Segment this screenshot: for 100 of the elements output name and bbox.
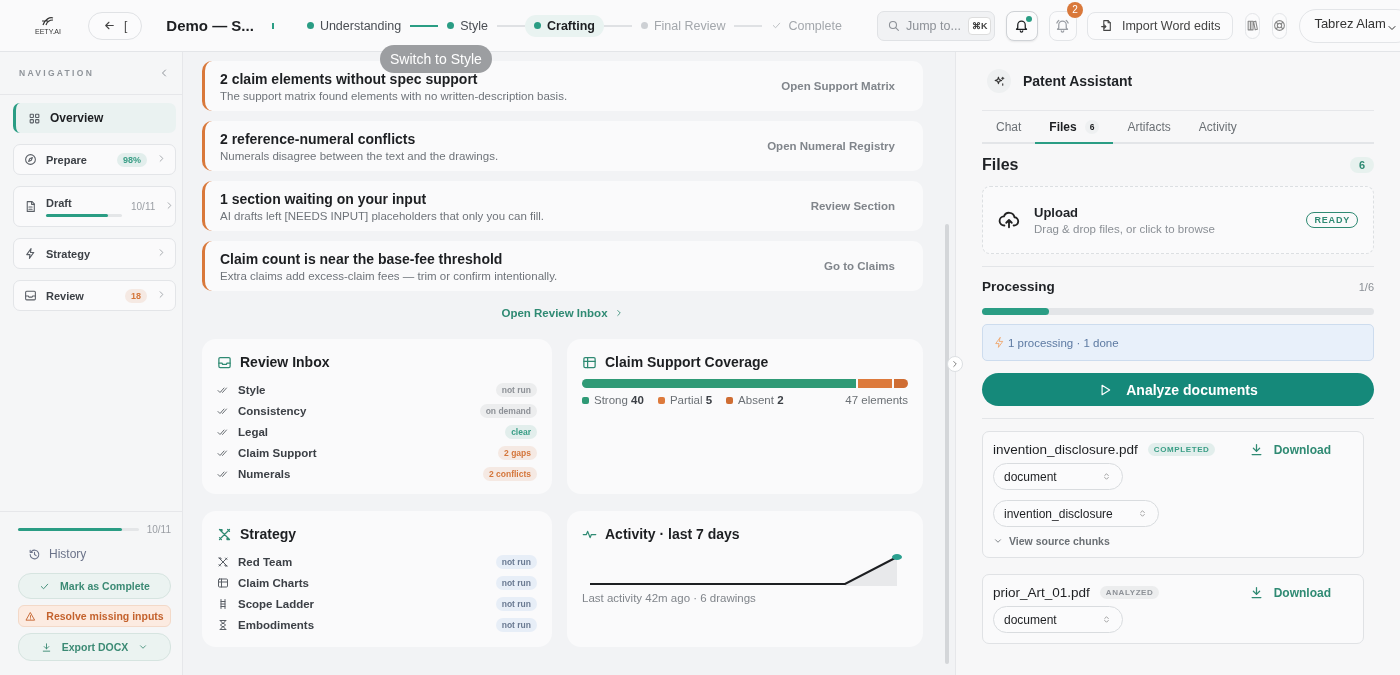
ladder-icon bbox=[217, 597, 229, 610]
processing-status: 1 processing · 1 done bbox=[1008, 336, 1119, 349]
crossed-tools-icon bbox=[217, 526, 232, 542]
compass-icon bbox=[24, 153, 37, 166]
nav-item[interactable]: Overview bbox=[13, 103, 176, 133]
files-heading: Files bbox=[982, 156, 1019, 174]
notification-button[interactable] bbox=[1005, 10, 1038, 41]
status-badge: clear bbox=[505, 424, 537, 439]
panel-title: Patent Assistant bbox=[1023, 73, 1133, 89]
import-button[interactable]: Import Word edits bbox=[1086, 11, 1234, 40]
panel-tab[interactable]: Chat bbox=[982, 111, 1036, 144]
download-button[interactable]: Download bbox=[1248, 585, 1331, 600]
back-arrow-icon bbox=[103, 19, 116, 32]
warning-icon bbox=[25, 610, 37, 622]
chevron-down-icon bbox=[993, 536, 1003, 546]
chevron-right-icon bbox=[950, 359, 960, 369]
alert-title: 2 reference-numeral conflicts bbox=[220, 130, 417, 147]
navigation-heading: NAVIGATION bbox=[19, 68, 95, 78]
check-label: Consistency bbox=[238, 404, 308, 417]
table-icon bbox=[582, 354, 597, 370]
source-chunks-toggle[interactable]: View source chunks bbox=[993, 535, 1110, 547]
legend-label: Partial 5 bbox=[669, 394, 713, 406]
alert-action[interactable]: Review Section bbox=[810, 200, 895, 212]
file-status: ANALYZED bbox=[1099, 586, 1160, 599]
document-title: Demo — S... bbox=[166, 17, 254, 34]
alert-description: Extra claims add excess-claim fees — trim or confirm intentionally. bbox=[220, 269, 558, 282]
upload-title: Upload bbox=[1034, 205, 1080, 220]
inbox-icon bbox=[217, 354, 232, 370]
table-icon bbox=[217, 576, 229, 589]
check-label: Legal bbox=[238, 425, 270, 438]
card-title: Review Inbox bbox=[240, 354, 330, 370]
complete-button[interactable]: Mark as Complete bbox=[18, 573, 171, 599]
updown-icon bbox=[1101, 471, 1112, 482]
select-field[interactable]: document bbox=[993, 606, 1123, 633]
panel-tab[interactable]: Artifacts bbox=[1113, 111, 1185, 144]
check-label: Numerals bbox=[238, 467, 292, 480]
help-button[interactable] bbox=[1272, 12, 1288, 39]
legend-label: Absent 2 bbox=[738, 394, 784, 406]
activity-caption: Last activity 42m ago · 6 drawings bbox=[582, 592, 757, 604]
updown-icon bbox=[1101, 614, 1112, 625]
alert-title: Claim count is near the base-fee threshold bbox=[220, 250, 504, 267]
card-title: Claim Support Coverage bbox=[605, 354, 769, 370]
nav-item[interactable]: Prepare 98% bbox=[13, 144, 176, 175]
search-icon bbox=[886, 19, 900, 32]
crossed-tools-icon bbox=[217, 555, 229, 568]
user-menu[interactable]: Tabrez Alam bbox=[1299, 8, 1400, 43]
alert-action[interactable]: Go to Claims bbox=[824, 260, 895, 272]
lifebuoy-icon bbox=[1273, 19, 1287, 32]
cloud-upload-icon bbox=[998, 209, 1020, 231]
workflow-step[interactable]: Crafting bbox=[525, 14, 604, 37]
select-field[interactable]: invention_disclosure bbox=[993, 500, 1159, 527]
history-button[interactable]: History bbox=[18, 541, 171, 567]
document-icon bbox=[24, 200, 37, 213]
check-icon bbox=[771, 20, 783, 31]
alert-action[interactable]: Open Support Matrix bbox=[781, 80, 895, 92]
strategy-label: Embodiments bbox=[238, 618, 316, 631]
status-badge: 2 conflicts bbox=[482, 466, 537, 481]
upload-dropzone[interactable]: Upload Drag & drop files, or click to browse READY bbox=[982, 186, 1374, 254]
status-badge: not run bbox=[495, 554, 537, 569]
lightning-icon bbox=[24, 247, 37, 260]
export-button[interactable]: Export DOCX bbox=[18, 633, 171, 661]
back-button[interactable]: [ bbox=[88, 11, 143, 40]
analyze-button[interactable]: Analyze documents bbox=[982, 373, 1374, 406]
library-button[interactable] bbox=[1245, 12, 1261, 39]
status-badge: 2 gaps bbox=[498, 445, 537, 460]
status-badge: not run bbox=[495, 596, 537, 611]
strategy-label: Red Team bbox=[238, 555, 294, 568]
nav-item[interactable]: Strategy bbox=[13, 238, 176, 269]
workflow-step[interactable]: Understanding bbox=[297, 14, 411, 37]
logo-icon bbox=[41, 16, 55, 27]
check-label: Claim Support bbox=[238, 446, 318, 459]
bell-icon bbox=[1014, 18, 1030, 33]
file-name: invention_disclosure.pdf bbox=[993, 442, 1138, 457]
books-icon bbox=[1246, 19, 1260, 32]
alert-title: 2 claim elements without spec support bbox=[220, 70, 479, 87]
play-icon bbox=[1098, 382, 1113, 397]
nav-item[interactable]: Draft 10/11 bbox=[13, 186, 176, 227]
workflow-step[interactable]: Style bbox=[438, 14, 497, 37]
grid-icon bbox=[28, 111, 41, 125]
check-label: Style bbox=[238, 383, 267, 396]
panel-tab[interactable]: Files 6 bbox=[1035, 111, 1114, 144]
tab-count: 6 bbox=[1084, 119, 1100, 134]
review-inbox-link[interactable]: Open Review Inbox bbox=[501, 307, 624, 319]
alert-action[interactable]: Open Numeral Registry bbox=[767, 140, 895, 152]
download-icon bbox=[1248, 442, 1264, 457]
select-field[interactable]: document bbox=[993, 463, 1123, 490]
warning-button[interactable]: Resolve missing inputs bbox=[18, 605, 171, 627]
document-import-icon bbox=[1099, 19, 1113, 32]
progress-reading: 10/11 bbox=[146, 524, 171, 535]
element-total: 47 elements bbox=[845, 394, 908, 406]
panel-tab[interactable]: Activity bbox=[1184, 111, 1251, 144]
files-count: 6 bbox=[1349, 157, 1374, 173]
download-button[interactable]: Download bbox=[1248, 442, 1331, 457]
file-status: COMPLETED bbox=[1147, 443, 1216, 456]
download-icon bbox=[1248, 585, 1264, 600]
count-badge: 18 bbox=[125, 288, 147, 303]
search-field[interactable]: Jump to... bbox=[905, 18, 962, 33]
inbox-icon bbox=[24, 289, 37, 302]
chevron-down-icon bbox=[138, 642, 149, 652]
nav-item[interactable]: Review 18 bbox=[13, 280, 176, 311]
